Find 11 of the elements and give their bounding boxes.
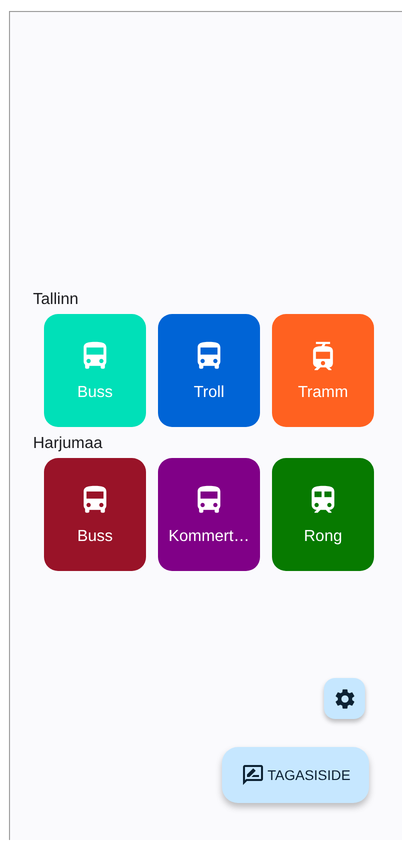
region-label: Harjumaa xyxy=(33,434,104,454)
feedback-icon xyxy=(240,763,264,787)
transport-tile[interactable]: Tramm xyxy=(272,314,374,427)
region-label: Tallinn xyxy=(33,290,80,310)
settings-icon xyxy=(332,686,356,710)
settings-button[interactable] xyxy=(324,678,365,719)
transport-tile[interactable]: Rong xyxy=(272,458,374,571)
transport-tile[interactable]: Troll xyxy=(158,314,260,427)
transport-tile[interactable]: Kommert… xyxy=(158,458,260,571)
feedback-button[interactable]: TAGASISIDE xyxy=(222,747,369,803)
transport-tile[interactable]: Buss xyxy=(44,458,146,571)
